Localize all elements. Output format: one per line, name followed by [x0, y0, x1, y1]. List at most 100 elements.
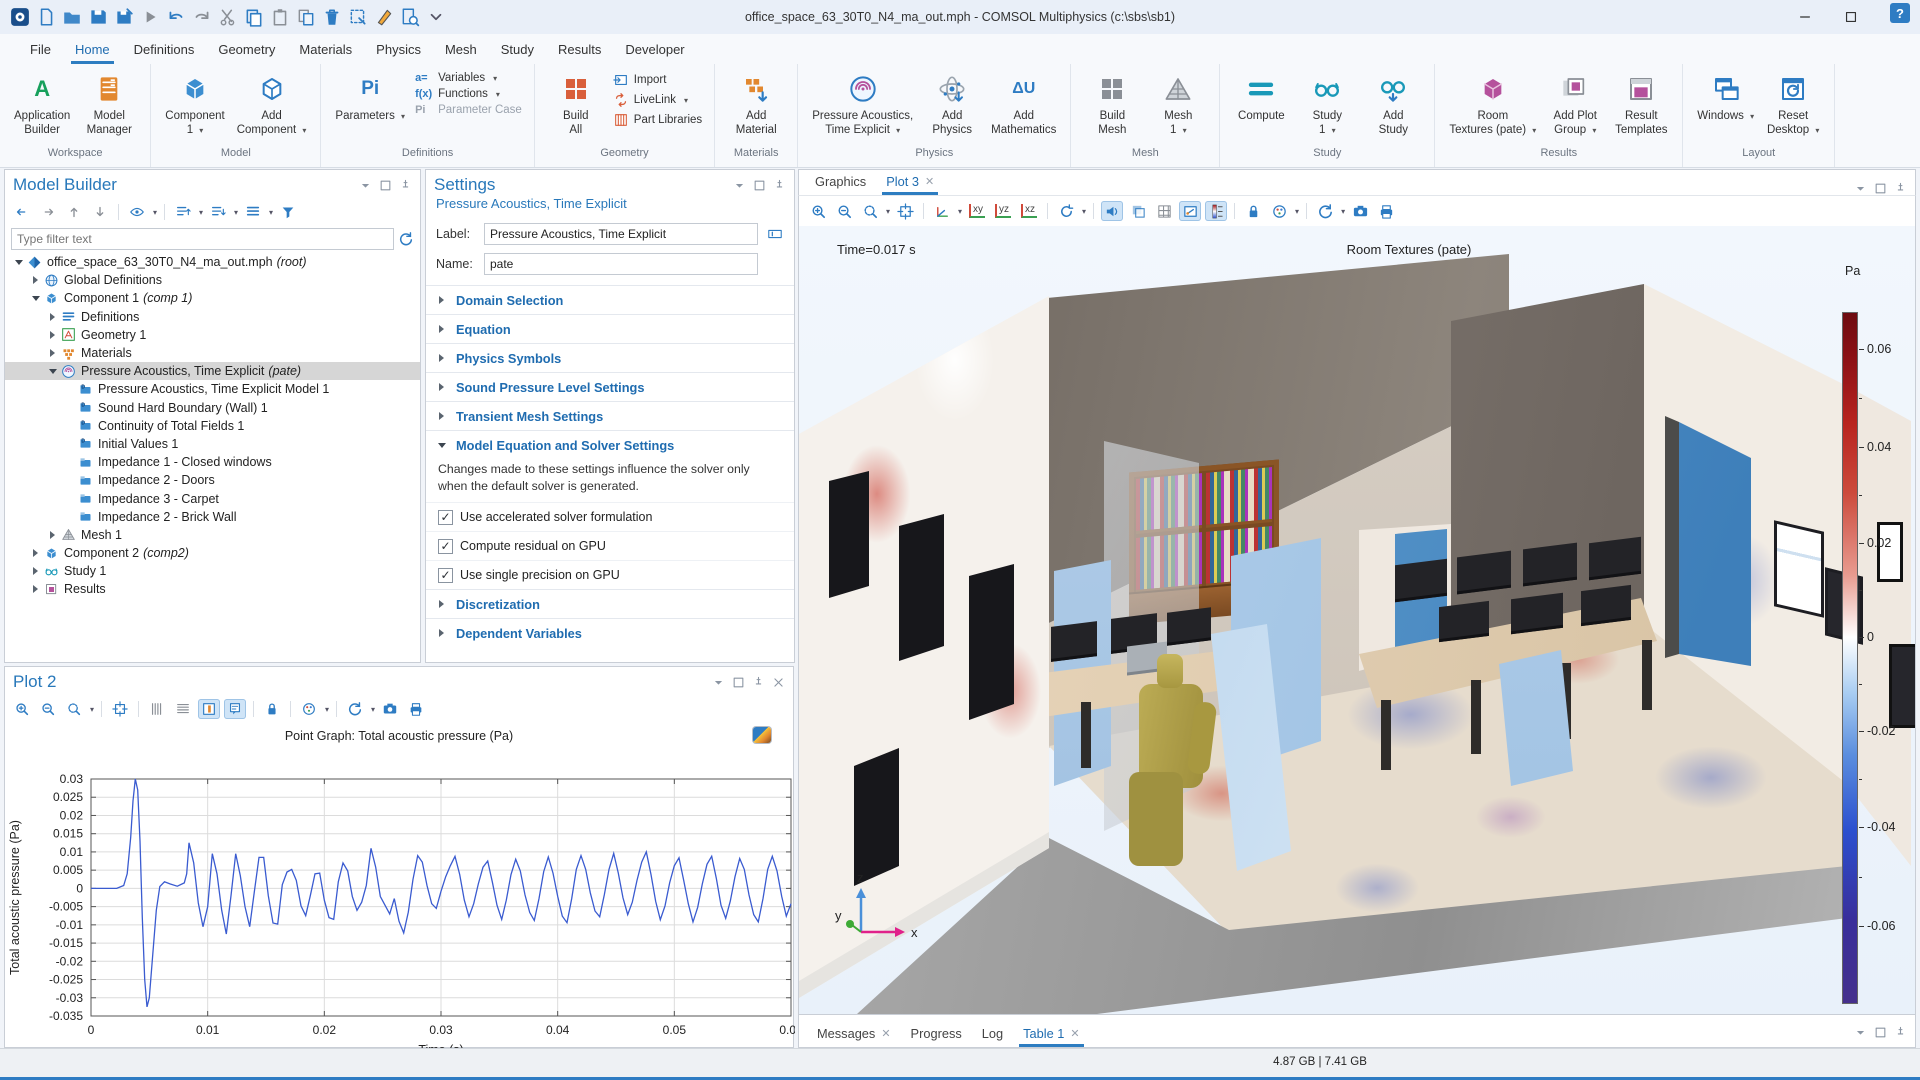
rename-icon[interactable] — [766, 226, 784, 242]
tree-item-initial-values-1[interactable]: D Initial Values 1 — [5, 435, 420, 453]
delete-icon[interactable] — [322, 7, 342, 27]
refresh-button[interactable] — [344, 699, 366, 719]
axis-orientation-button[interactable] — [931, 201, 953, 221]
ribbon-button-build[interactable]: Build All — [543, 70, 609, 140]
section-chevron-icon[interactable] — [436, 412, 447, 420]
tab-graphics[interactable]: Graphics — [805, 170, 876, 195]
pane-float-icon[interactable] — [753, 179, 766, 192]
ribbon-item-functions[interactable]: f(x) Functions ▾ — [415, 88, 522, 100]
pane-float-icon[interactable] — [732, 676, 745, 689]
help-button[interactable]: ? — [1890, 3, 1910, 23]
zoom-box-button[interactable] — [63, 699, 85, 719]
tree-item-geometry-1[interactable]: Geometry 1 — [5, 326, 420, 344]
pane-pin-icon[interactable] — [1894, 1026, 1907, 1039]
tree-chevron-icon[interactable] — [30, 296, 41, 301]
grid-button[interactable] — [1153, 201, 1175, 221]
pane-float-icon[interactable] — [379, 179, 392, 192]
tree-item-pressure-acoustics-time-explicit-model-1[interactable]: D Pressure Acoustics, Time Explicit Model… — [5, 380, 420, 398]
tree-item-impedance-3-carpet[interactable]: Impedance 3 - Carpet — [5, 489, 420, 507]
menu-geometry[interactable]: Geometry — [206, 37, 287, 64]
menu-mesh[interactable]: Mesh — [433, 37, 489, 64]
menu-results[interactable]: Results — [546, 37, 613, 64]
point-graph[interactable]: 0 0.01 0.02 0.03 0.04 0.05 0.06 0.03 0.025 0.02 0.… — [5, 753, 795, 1053]
print-button[interactable] — [405, 699, 427, 719]
menu-study[interactable]: Study — [489, 37, 546, 64]
print-button[interactable] — [1375, 201, 1397, 221]
tree-chevron-icon[interactable] — [47, 349, 58, 357]
pane-float-icon[interactable] — [1874, 182, 1887, 195]
checkbox-checked-icon[interactable]: ✓ — [438, 509, 453, 525]
checkbox-use-single-precision-on-gpu[interactable]: ✓ Use single precision on GPU — [426, 560, 794, 589]
ribbon-button-add[interactable]: Add Study — [1360, 70, 1426, 140]
section-chevron-icon[interactable] — [436, 629, 447, 637]
tree-chevron-icon[interactable] — [30, 585, 41, 593]
ribbon-button-build[interactable]: Build Mesh — [1079, 70, 1145, 140]
duplicate-icon[interactable] — [296, 7, 316, 27]
ribbon-item-livelink[interactable]: LiveLink ▾ — [613, 92, 702, 108]
ribbon-item-variables[interactable]: a= Variables ▾ — [415, 72, 522, 84]
snapshot-camera-button[interactable] — [1349, 201, 1371, 221]
section-chevron-icon[interactable] — [436, 383, 447, 391]
tree-chevron-icon[interactable] — [30, 567, 41, 575]
filter-funnel-button[interactable] — [277, 202, 299, 222]
tab-plot-3[interactable]: Plot 3 ✕ — [876, 170, 944, 195]
tab-close-icon[interactable]: ✕ — [925, 175, 934, 188]
section-header[interactable]: Transient Mesh Settings — [426, 402, 794, 430]
menu-home[interactable]: Home — [63, 37, 122, 64]
tree-item-component-1[interactable]: Component 1 (comp 1) — [5, 289, 420, 307]
ribbon-button-add[interactable]: Add Component ▾ — [231, 70, 313, 140]
section-chevron-icon[interactable] — [436, 354, 447, 362]
node-order-button[interactable] — [242, 202, 264, 222]
axis-box-button[interactable] — [198, 699, 221, 719]
zoom-box-button[interactable] — [859, 201, 881, 221]
up-arrow-button[interactable] — [63, 202, 85, 222]
horizontal-grid-button[interactable] — [172, 699, 194, 719]
section-chevron-icon[interactable] — [436, 296, 447, 304]
tree-chevron-icon[interactable] — [13, 260, 24, 265]
down-arrow-button[interactable] — [89, 202, 111, 222]
palette-button[interactable] — [298, 699, 320, 719]
ribbon-button-add[interactable]: ΔU Add Mathematics — [985, 70, 1062, 140]
tree-item-results[interactable]: Results — [5, 580, 420, 598]
palette-button[interactable] — [1268, 201, 1290, 221]
tree-item-definitions[interactable]: Definitions — [5, 308, 420, 326]
section-header[interactable]: Equation — [426, 315, 794, 343]
tree-item-impedance-1-closed-windows[interactable]: Impedance 1 - Closed windows — [5, 453, 420, 471]
tree-item-global-definitions[interactable]: Global Definitions — [5, 271, 420, 289]
fit-view-button[interactable] — [109, 699, 131, 719]
section-header[interactable]: Model Equation and Solver Settings — [426, 431, 794, 459]
section-header[interactable]: Sound Pressure Level Settings — [426, 373, 794, 401]
ribbon-button-reset[interactable]: Reset Desktop ▾ — [1760, 70, 1826, 140]
tree-item-sound-hard-boundary-wall-1[interactable]: D Sound Hard Boundary (Wall) 1 — [5, 399, 420, 417]
fit-view-button[interactable] — [894, 201, 916, 221]
ribbon-button-pressure-acoustics-[interactable]: Pressure Acoustics, Time Explicit ▾ — [806, 70, 919, 140]
annotation-button[interactable] — [224, 699, 247, 719]
ribbon-button-component[interactable]: Component 1 ▾ — [159, 70, 230, 140]
tab-close-icon[interactable]: ✕ — [1070, 1027, 1079, 1040]
transparency-button[interactable] — [1127, 201, 1149, 221]
tab-table-1[interactable]: Table 1 ✕ — [1013, 1022, 1089, 1047]
ribbon-button-add[interactable]: Add Physics — [919, 70, 985, 140]
section-header[interactable]: Domain Selection — [426, 286, 794, 314]
section-chevron-icon[interactable] — [436, 600, 447, 608]
rotate-button[interactable] — [1055, 201, 1077, 221]
zoom-in-button[interactable] — [11, 699, 33, 719]
zoom-out-button[interactable] — [833, 201, 855, 221]
ribbon-button-mesh[interactable]: Mesh 1 ▾ — [1145, 70, 1211, 140]
ribbon-button-application[interactable]: A Application Builder — [8, 70, 76, 140]
section-chevron-icon[interactable] — [436, 443, 447, 448]
section-header[interactable]: Dependent Variables — [426, 619, 794, 647]
pane-menu-icon[interactable] — [733, 179, 746, 192]
show-eye-button[interactable] — [126, 202, 148, 222]
ribbon-button-model[interactable]: Model Manager — [76, 70, 142, 140]
ribbon-button-result[interactable]: Result Templates — [1608, 70, 1674, 140]
preview-doc-icon[interactable] — [400, 7, 420, 27]
ribbon-button-add[interactable]: Add Material — [723, 70, 789, 140]
tab-log[interactable]: Log — [972, 1022, 1013, 1047]
section-header[interactable]: Discretization — [426, 590, 794, 618]
redo-icon[interactable] — [192, 7, 212, 27]
tree-chevron-icon[interactable] — [47, 531, 58, 539]
back-arrow-button[interactable] — [11, 202, 33, 222]
open-file-icon[interactable] — [62, 7, 82, 27]
pane-pin-icon[interactable] — [752, 676, 765, 689]
